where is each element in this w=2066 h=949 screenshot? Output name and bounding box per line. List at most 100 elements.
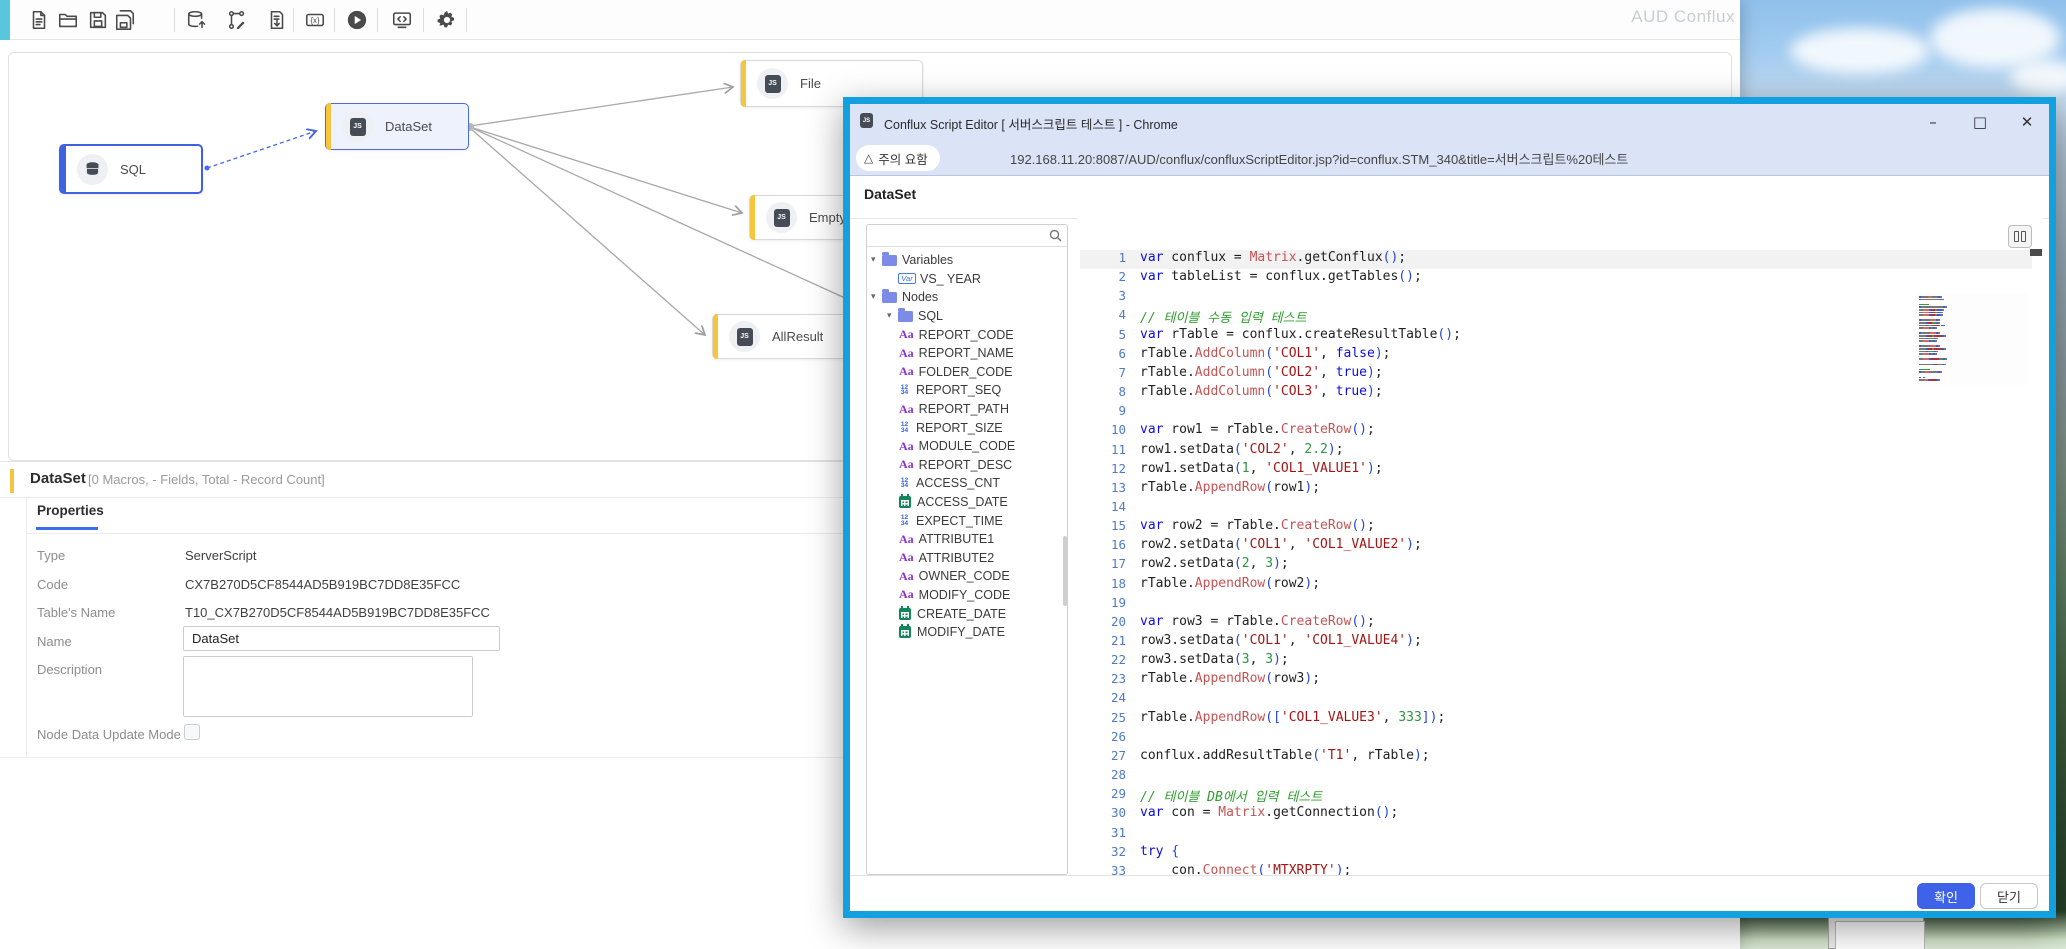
code-label: Code [37,577,68,592]
node-data-update-mode-checkbox[interactable] [184,724,200,740]
settings-icon[interactable] [433,6,461,34]
divider [0,497,843,498]
tree-item-report-seq[interactable]: 1234REPORT_SEQ [867,381,1067,400]
number-field-icon: 1234 [899,385,910,396]
tree-item-label: ACCESS_CNT [916,476,1000,490]
number-field-icon: 1234 [899,515,910,526]
svg-text:{x}: {x} [310,16,319,25]
close-button[interactable]: 닫기 [1980,883,2038,909]
flow-node-sql[interactable]: SQL [59,144,203,194]
flow-node-dataset[interactable]: JS DataSet [325,103,469,150]
tree-search-input[interactable] [869,226,1044,245]
tree-item-label: MODIFY_DATE [917,625,1005,639]
cloud [1930,8,2060,68]
line-number: 19 [1082,595,1126,610]
tree-item-modify-date[interactable]: MODIFY_DATE [867,623,1067,642]
open-folder-icon[interactable] [54,6,82,34]
tab-properties[interactable]: Properties [37,503,104,518]
code-line-18: rTable.AppendRow(row2); [1140,576,1320,591]
popup-titlebar[interactable]: JS Conflux Script Editor [ 서버스크립트 테스트 ] … [850,104,2049,140]
chevron-down-icon[interactable]: ▾ [887,310,896,321]
variables-icon[interactable]: {x} [301,6,329,34]
tree-item-variables[interactable]: ▾Variables [867,251,1067,270]
tree-item-attribute1[interactable]: AaATTRIBUTE1 [867,530,1067,549]
minimize-icon[interactable]: – [1916,110,1950,134]
string-field-icon: Aa [899,550,914,565]
string-field-icon: Aa [899,587,914,602]
editor-minimap[interactable] [1915,293,2029,385]
new-document-icon[interactable] [25,6,53,34]
tree-item-owner-code[interactable]: AaOWNER_CODE [867,567,1067,586]
tree-item-modify-code[interactable]: AaMODIFY_CODE [867,586,1067,605]
flow-edit-icon[interactable] [223,6,251,34]
tree-item-access-cnt[interactable]: 1234ACCESS_CNT [867,474,1067,493]
string-field-icon: Aa [899,327,914,342]
code-editor[interactable]: 1234567891011121314151617181920212223242… [1078,218,2043,875]
save-all-icon[interactable] [111,6,139,34]
tree-item-report-code[interactable]: AaREPORT_CODE [867,325,1067,344]
string-field-icon: Aa [899,346,914,361]
properties-header: DataSet [0 Macros, - Fields, Total - Rec… [0,464,843,497]
script-icon: JS [342,111,373,142]
code-window-icon[interactable] [388,6,416,34]
tree-item-report-size[interactable]: 1234REPORT_SIZE [867,418,1067,437]
line-number: 25 [1082,710,1126,725]
tree-item-attribute2[interactable]: Aa ATTRIBUTE2 [867,549,1067,568]
code-line-6: rTable.AddColumn('COL1', false); [1140,346,1391,361]
tree-item-report-desc[interactable]: AaREPORT_DESC [867,456,1067,475]
editor-scrollbar-thumb[interactable] [2030,249,2042,256]
toolbar-separator [377,8,378,32]
address-url[interactable]: 192.168.11.20:8087/AUD/conflux/confluxSc… [1010,149,1628,168]
tree-item-vs-year[interactable]: VarVS_ YEAR [867,270,1067,289]
chevron-down-icon[interactable]: ▾ [871,291,880,302]
script-icon: JS [757,68,788,99]
site-security-chip[interactable]: △ 주의 요함 [856,145,940,171]
main-toolbar: {x} AUD Conflux [0,0,1740,40]
tree-item-create-date[interactable]: CREATE_DATE [867,604,1067,623]
line-number: 32 [1082,844,1126,859]
export-document-icon[interactable] [263,6,291,34]
line-number: 29 [1082,786,1126,801]
variable-tree-panel: ▾VariablesVarVS_ YEAR▾Nodes▾SQLAaREPORT_… [866,224,1068,875]
variable-badge-icon: Var [898,273,916,284]
node-status-bar [713,314,718,359]
table-name-value: T10_CX7B270D5CF8544AD5B919BC7DD8E35FCC [185,605,490,620]
confirm-button[interactable]: 확인 [1917,883,1975,909]
name-input[interactable] [183,626,500,651]
popup-content: DataSet ▾VariablesVarVS_ YEAR▾Nodes▾SQLA… [850,176,2049,911]
type-value: ServerScript [185,548,257,563]
tree-item-module-code[interactable]: AaMODULE_CODE [867,437,1067,456]
tree-item-folder-code[interactable]: AaFOLDER_CODE [867,363,1067,382]
db-upload-icon[interactable] [183,6,211,34]
line-number: 12 [1082,461,1126,476]
save-icon[interactable] [84,6,112,34]
search-icon[interactable] [1049,229,1062,247]
tree-item-report-path[interactable]: AaREPORT_PATH [867,400,1067,419]
line-number: 28 [1082,767,1126,782]
node-accent-bar [10,469,14,493]
tree-item-access-date[interactable]: ACCESS_DATE [867,493,1067,512]
tree-item-expect-time[interactable]: 1234EXPECT_TIME [867,511,1067,530]
split-view-icon[interactable] [2008,225,2032,248]
line-number: 3 [1082,288,1126,303]
line-number: 33 [1082,863,1126,875]
number-field-icon: 1234 [899,422,910,433]
description-textarea[interactable] [183,656,473,717]
run-icon[interactable] [343,6,371,34]
tree-item-sql[interactable]: ▾SQL [867,307,1067,326]
date-field-icon [899,626,911,638]
script-icon: JS [766,202,797,233]
tree-item-label: ATTRIBUTE2 [919,551,994,565]
chevron-down-icon[interactable]: ▾ [871,254,880,265]
tree-item-label: ATTRIBUTE1 [919,532,994,546]
line-number: 5 [1082,327,1126,342]
tree-scrollbar-thumb[interactable] [1063,536,1067,606]
app-brand: AUD Conflux [1631,7,1735,27]
maximize-icon[interactable]: □ [1963,110,1997,134]
tree-item-nodes[interactable]: ▾Nodes [867,288,1067,307]
close-icon[interactable]: ✕ [2010,110,2044,134]
node-status-bar [741,60,746,107]
code-line-25: rTable.AppendRow(['COL1_VALUE3', 333]); [1140,710,1445,725]
tree-item-report-name[interactable]: AaREPORT_NAME [867,344,1067,363]
code-line-33: con.Connect('MTXRPTY'); [1140,863,1351,875]
